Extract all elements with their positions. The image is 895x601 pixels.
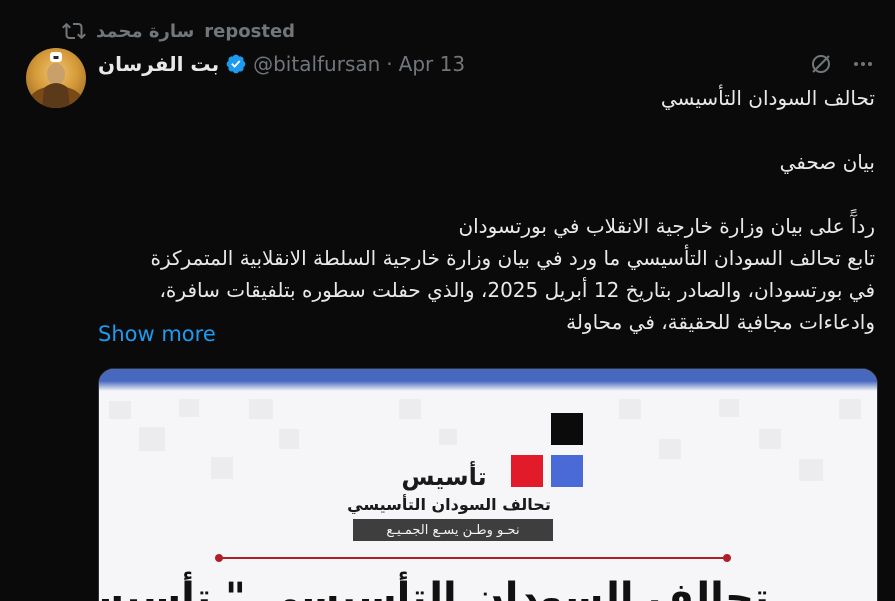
tweet-line: تحالف السودان التأسيسي: [660, 86, 875, 110]
tweet-line: بيان صحفي: [779, 150, 875, 174]
grok-icon[interactable]: [809, 52, 833, 76]
tweet-line: ردآً على بيان وزارة خارجية الانقلاب في ب…: [458, 214, 875, 238]
tweet-top-actions: [809, 50, 875, 78]
header-separator: ·: [386, 52, 393, 76]
media-headline: تحالف السودان التأسيسي " تأسيس ": [98, 575, 769, 601]
tweet-line: في بورتسودان، والصادر بتاريخ 12 أبريل 20…: [159, 278, 875, 302]
media-top-bar: [99, 369, 877, 391]
media-divider: [215, 554, 731, 562]
author-handle[interactable]: @bitalfursan: [253, 52, 380, 76]
avatar[interactable]: [26, 48, 86, 108]
logo-wordmark: تأسيس: [401, 463, 487, 491]
avatar-image: [30, 52, 82, 108]
logo-slogan: نحـو وطـن يسـع الجمـيـع: [353, 519, 553, 541]
author-name[interactable]: بت الفرسان: [98, 52, 219, 76]
repost-indicator[interactable]: سارة محمد reposted: [62, 18, 295, 44]
tweet-header: بت الفرسان @bitalfursan · Apr 13: [98, 48, 465, 80]
tweet-card[interactable]: سارة محمد reposted بت الفرسان @bitalfurs…: [0, 0, 895, 601]
tweet-line: تابع تحالف السودان التأسيسي ما ورد في بي…: [150, 246, 875, 270]
repost-user[interactable]: سارة محمد: [96, 21, 194, 42]
repost-label: reposted: [204, 20, 296, 42]
logo-square-red: [511, 455, 543, 487]
more-icon[interactable]: [851, 52, 875, 76]
repost-icon: [62, 22, 86, 40]
show-more-link[interactable]: Show more: [98, 322, 216, 346]
logo-subtitle: تحالف السودان التأسيسي: [347, 495, 551, 514]
tweet-text: تحالف السودان التأسيسي بيان صحفي ردآً عل…: [95, 82, 875, 338]
logo-square-blue: [551, 455, 583, 487]
media-image[interactable]: تأسيس تحالف السودان التأسيسي نحـو وطـن ي…: [98, 368, 878, 601]
logo-square-black: [551, 413, 583, 445]
tweet-date[interactable]: Apr 13: [399, 52, 465, 76]
verified-badge-icon[interactable]: [225, 53, 247, 75]
